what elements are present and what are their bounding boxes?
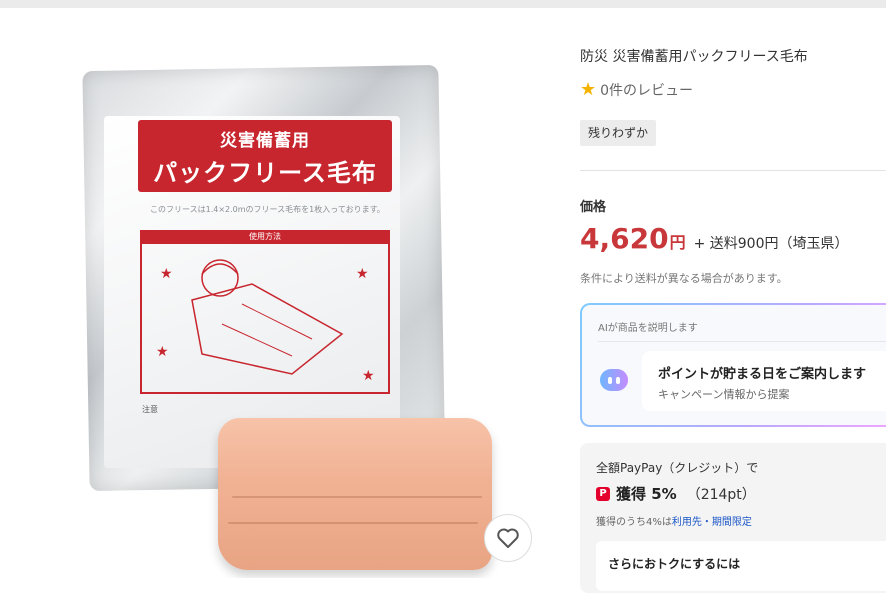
more-savings-title: さらにおトクにするには [608,557,741,571]
shipping-note: 条件により送料が異なる場合があります。 [580,272,788,285]
price-unit: 円 [669,233,686,252]
ai-suggestion-subtitle: キャンペーン情報から提案 [658,388,790,401]
folded-fleece-blanket [218,418,492,570]
review-count[interactable]: 0件のレビュー [600,80,693,100]
package-note: 注意 [142,405,158,414]
package-usage-illustration [140,244,390,394]
top-bar [0,0,886,8]
star-decoration-icon: ★ [160,266,173,282]
favorite-button[interactable] [484,514,532,562]
paypay-points-card: 全額PayPay（クレジット）で P 獲得 5% （214pt） 獲得のうち4%… [580,443,886,593]
heart-icon [497,528,519,548]
shipping-cost[interactable]: + 送料900円（埼玉県） [694,233,849,253]
paypay-condition: 全額PayPay（クレジット）で [596,461,759,475]
package-usage-heading: 使用方法 [140,230,390,244]
ai-suggestion-bubble[interactable]: ポイントが貯まる日をご案内します キャンペーン情報から提案 [642,351,886,411]
divider [598,341,886,342]
product-image[interactable]: 災害備蓄用 パックフリース毛布 このフリースは1.4×2.0mのフリース毛布を1… [0,8,560,578]
package-title-banner: 災害備蓄用 パックフリース毛布 [138,120,392,192]
price-row: 4,620 円 + 送料900円（埼玉県） [580,222,849,255]
star-decoration-icon: ★ [356,266,369,282]
ai-bot-icon [600,369,628,391]
star-decoration-icon: ★ [156,344,169,360]
price-value: 4,620 [580,222,669,255]
more-savings-card[interactable]: さらにおトクにするには [596,541,886,591]
package-description: このフリースは1.4×2.0mのフリース毛布を1枚入っております。 [150,205,385,214]
price-label: 価格 [580,200,607,215]
product-title: 防災 災害備蓄用パックフリース毛布 [580,49,808,65]
sleeping-person-illustration [191,259,344,375]
earn-detail-link[interactable]: 利用先・期間限定 [672,517,752,528]
package-title-line2: パックフリース毛布 [153,159,377,187]
divider [580,170,886,171]
earn-detail-text: 獲得のうち4%は [596,517,672,528]
ai-description-card[interactable]: AIが商品を説明します ポイントが貯まる日をご案内します キャンペーン情報から提… [580,303,886,427]
package-title-line1: 災害備蓄用 [220,131,310,151]
earn-detail: 獲得のうち4%は利用先・期間限定 [596,513,752,528]
earn-rate: 獲得 5% [616,485,677,503]
stock-badge: 残りわずか [580,120,657,146]
star-icon: ★ [580,79,597,100]
ai-header: AIが商品を説明します [598,323,698,334]
paypay-icon: P [596,486,610,501]
review-rating[interactable]: ★ 0件のレビュー [580,80,693,100]
paypay-earn-row: P 獲得 5% （214pt） [596,483,756,504]
ai-suggestion-title: ポイントが貯まる日をご案内します [658,367,867,382]
star-decoration-icon: ★ [362,368,375,384]
earn-points: （214pt） [686,486,756,503]
